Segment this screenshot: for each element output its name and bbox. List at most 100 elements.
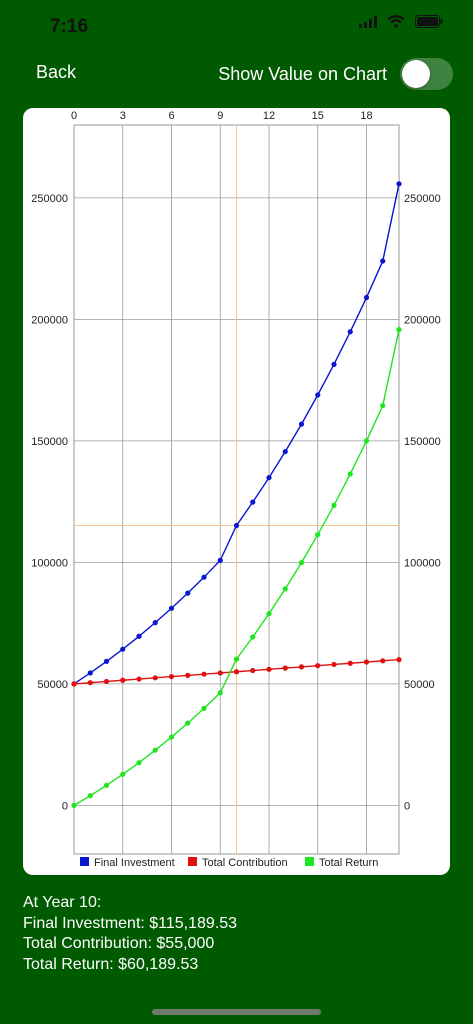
data-point <box>298 664 305 670</box>
data-point <box>347 660 353 666</box>
data-point <box>331 502 337 508</box>
data-point <box>233 656 240 662</box>
data-point <box>396 327 402 333</box>
data-point <box>217 670 223 676</box>
data-point <box>250 634 256 640</box>
legend-label-0: Final Investment <box>94 857 175 869</box>
data-point <box>185 720 191 726</box>
show-value-label: Show Value on Chart <box>218 64 387 84</box>
summary-total-return: Total Return: $60,189.53 <box>23 955 199 973</box>
data-point <box>120 677 126 683</box>
data-point <box>363 438 370 444</box>
data-point <box>87 680 93 686</box>
battery-icon <box>415 15 443 28</box>
data-point <box>331 661 337 668</box>
data-point <box>282 665 288 671</box>
data-point <box>298 560 305 566</box>
y-tick-label-left: 50000 <box>37 679 68 691</box>
y-tick-label-left: 250000 <box>31 193 68 205</box>
y-tick-label-right: 100000 <box>404 557 441 569</box>
y-tick-label-left: 0 <box>62 800 68 812</box>
data-point <box>266 611 272 617</box>
legend-label-2: Total Return <box>319 857 378 869</box>
data-point <box>87 670 93 676</box>
summary-final-investment: Final Investment: $115,189.53 <box>23 914 238 932</box>
data-point <box>103 658 110 664</box>
x-tick-label: 0 <box>71 110 77 122</box>
data-point <box>168 605 175 611</box>
status-icons <box>359 15 443 28</box>
data-point <box>363 294 370 301</box>
data-point <box>152 747 158 753</box>
y-tick-label-left: 100000 <box>31 557 68 569</box>
x-tick-label: 3 <box>120 110 126 122</box>
wifi-icon <box>387 15 405 28</box>
y-tick-label-right: 250000 <box>404 193 441 205</box>
data-point <box>201 574 207 580</box>
y-tick-label-left: 150000 <box>31 436 68 448</box>
data-point <box>185 672 191 678</box>
x-tick-label: 12 <box>263 110 275 122</box>
legend-label-1: Total Contribution <box>202 857 288 869</box>
data-point <box>217 557 223 563</box>
data-point <box>217 690 223 696</box>
chart-card[interactable]: 0 3 6 9 12 15 18 0 0 50000 50000 100000 100000 150000… <box>23 108 450 875</box>
data-point <box>120 771 126 777</box>
x-tick-label: 6 <box>168 110 174 122</box>
data-point <box>282 586 288 592</box>
summary-total-contribution: Total Contribution: $55,000 <box>23 935 215 952</box>
summary: At Year 10: Final Investment: $115,189.5… <box>23 893 237 975</box>
data-point <box>120 646 126 652</box>
summary-heading: At Year 10: <box>23 894 102 911</box>
data-point <box>331 361 337 367</box>
data-point <box>201 705 207 711</box>
data-point <box>185 590 191 596</box>
data-point <box>168 734 175 740</box>
legend-swatch-2 <box>305 857 314 866</box>
y-tick-label-right: 200000 <box>404 314 441 326</box>
data-point <box>380 658 386 664</box>
y-tick-label-left: 200000 <box>31 314 68 326</box>
data-point <box>396 181 402 187</box>
data-point <box>396 657 402 663</box>
y-tick-label-right: 150000 <box>404 436 441 448</box>
toggle-knob <box>402 60 430 88</box>
data-point <box>136 760 142 766</box>
data-point <box>233 522 240 529</box>
data-point <box>315 532 321 538</box>
data-point <box>315 663 321 669</box>
legend-swatch-1 <box>188 857 197 866</box>
data-point <box>136 633 142 639</box>
investment-chart[interactable]: 0 3 6 9 12 15 18 0 0 50000 50000 100000 100000 150000… <box>23 108 450 875</box>
status-time: 7:16 <box>50 16 89 37</box>
x-tick-label: 9 <box>217 110 223 122</box>
signal-icon <box>359 15 377 28</box>
data-point <box>315 392 321 398</box>
status-bar: 7:16 <box>0 0 473 50</box>
data-point <box>380 403 386 409</box>
data-point <box>71 802 77 809</box>
data-point <box>103 782 110 788</box>
y-tick-label-right: 0 <box>404 800 410 812</box>
show-value-toggle[interactable] <box>400 58 453 90</box>
data-point <box>87 793 93 799</box>
data-point <box>103 678 110 685</box>
data-point <box>250 499 256 505</box>
data-point <box>266 474 272 481</box>
legend-swatch-0 <box>80 857 89 866</box>
home-indicator <box>152 1009 321 1015</box>
data-point <box>71 681 77 687</box>
data-point <box>380 258 386 264</box>
data-point <box>347 471 353 477</box>
back-button[interactable]: Back <box>36 62 76 83</box>
data-point <box>136 676 142 682</box>
data-point <box>363 659 370 665</box>
data-point <box>347 329 353 335</box>
data-point <box>233 669 240 675</box>
data-point <box>250 667 256 674</box>
x-tick-label: 18 <box>360 110 372 122</box>
data-point <box>152 620 158 626</box>
data-point <box>201 671 207 677</box>
x-tick-label: 15 <box>312 110 324 122</box>
data-point <box>168 674 175 680</box>
